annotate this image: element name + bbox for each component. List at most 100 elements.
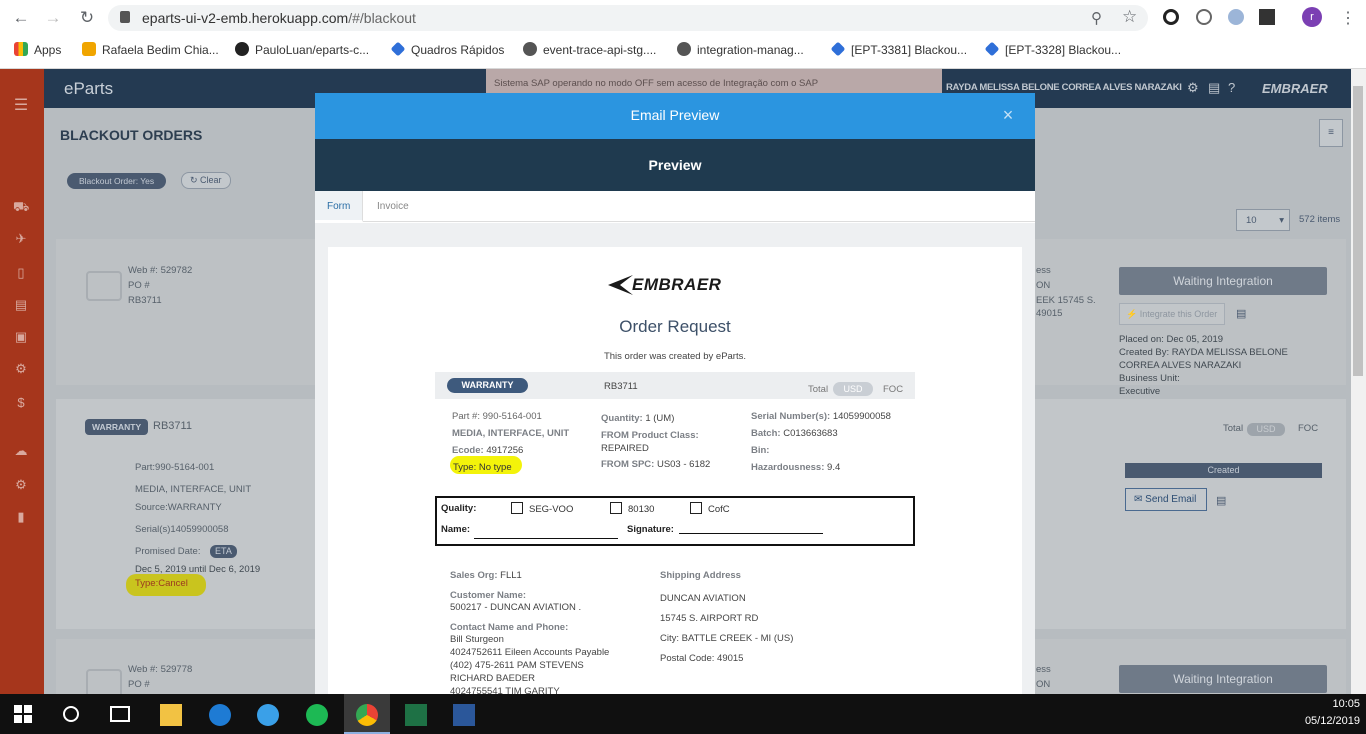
cloud-icon[interactable]: ☁ [13, 443, 29, 458]
currency-foc[interactable]: FOC [1298, 421, 1318, 436]
order-partial-text: ess [1036, 664, 1051, 675]
waiting-integration-button[interactable]: Waiting Integration [1119, 665, 1327, 693]
spotify-icon[interactable] [306, 704, 328, 726]
globe-icon [523, 42, 537, 56]
scrollbar-thumb[interactable] [1353, 86, 1363, 376]
integrate-label: Integrate this Order [1139, 309, 1218, 319]
page-size-select[interactable]: 10 ▾ [1236, 209, 1290, 231]
clock-time[interactable]: 10:05 [1310, 698, 1360, 710]
plane-icon[interactable]: ✈ [13, 231, 29, 246]
forward-icon[interactable]: → [42, 8, 64, 28]
email-document: EMBRAER Order Request This order was cre… [328, 247, 1022, 694]
checkbox-icon [511, 502, 523, 514]
extension-icon[interactable] [1228, 9, 1244, 25]
waiting-integration-button[interactable]: Waiting Integration [1119, 267, 1327, 295]
order-web-number: Web #: 529778 [128, 664, 193, 675]
profile-avatar[interactable]: r [1302, 7, 1322, 27]
bookmark-apps[interactable]: Apps [14, 42, 61, 58]
quality-label: Quality: [441, 503, 477, 514]
name-label: Name: [441, 524, 471, 535]
promised-date-label: Promised Date: [135, 546, 201, 557]
menu-icon[interactable]: ⋮ [1340, 8, 1356, 28]
chevron-down-icon: ▾ [1279, 215, 1284, 226]
bookmark-icon [82, 42, 96, 56]
cogs-icon[interactable]: ⚙ [13, 361, 29, 376]
file-explorer-icon[interactable] [160, 704, 182, 726]
bookmark-item[interactable]: Quadros Rápidos [390, 41, 504, 58]
currency-usd[interactable]: USD [1247, 423, 1285, 436]
ie-icon[interactable] [257, 704, 279, 726]
reload-icon[interactable]: ↻ [76, 8, 98, 28]
document-icon[interactable]: ▤ [1236, 307, 1246, 320]
check-seg-voo[interactable]: SEG-VOO [511, 502, 573, 515]
cart-icon[interactable]: ▯ [13, 265, 29, 280]
hamburger-icon[interactable]: ☰ [13, 95, 29, 114]
bookmark-item[interactable]: [EPT-3328] Blackou... [984, 41, 1121, 58]
ecode: Ecode: 4917256 [452, 445, 523, 456]
clear-label: Clear [200, 175, 222, 185]
chrome-icon[interactable] [356, 704, 378, 726]
document-icon[interactable]: ▤ [1216, 494, 1226, 507]
zoom-icon[interactable]: ⚲ [1091, 9, 1102, 27]
tab-bar: Form Invoice [315, 191, 1035, 222]
search-icon[interactable] [63, 706, 79, 722]
from-class-value: REPAIRED [601, 443, 649, 454]
user-name[interactable]: RAYDA MELISSA BELONE CORREA ALVES NARAZA… [946, 82, 1182, 93]
bookmark-item[interactable]: [EPT-3381] Blackou... [830, 41, 968, 58]
bookmark-item[interactable]: Rafaela Bedim Chia... [82, 42, 219, 58]
gear-icon[interactable]: ⚙ [1187, 80, 1199, 96]
bookmark-item[interactable]: PauloLuan/eparts-c... [235, 42, 369, 58]
settings-icon[interactable]: ⚙ [13, 477, 29, 492]
quantity-label: Quantity: [601, 413, 643, 424]
edge-icon[interactable] [209, 704, 231, 726]
star-icon[interactable]: ☆ [1122, 7, 1137, 27]
tab-invoice[interactable]: Invoice [365, 191, 421, 222]
created-by-eparts: This order was created by eParts. [603, 351, 747, 362]
check-cofc[interactable]: CofC [690, 502, 730, 515]
truck-icon[interactable]: ⛟ [13, 199, 29, 214]
bookmark-item[interactable]: event-trace-api-stg.... [523, 42, 656, 58]
line-serial: Serial(s)14059900058 [135, 524, 229, 535]
shipping-label: Shipping Address [660, 570, 741, 581]
filter-chip[interactable]: Blackout Order: Yes [67, 173, 167, 189]
dollar-icon[interactable]: $ [13, 395, 29, 410]
windows-start-icon[interactable] [14, 705, 32, 723]
app-brand[interactable]: eParts [64, 79, 113, 99]
box-icon [86, 271, 122, 301]
document-icon[interactable]: ▤ [13, 297, 29, 312]
tab-form[interactable]: Form [315, 191, 364, 222]
extension-icon[interactable] [1196, 9, 1212, 25]
globe-icon [677, 42, 691, 56]
clock-date[interactable]: 05/12/2019 [1290, 715, 1360, 727]
task-view-icon[interactable] [110, 706, 130, 722]
check-label: 80130 [628, 504, 655, 515]
help-icon[interactable]: ? [1228, 80, 1235, 95]
bookmark-label: [EPT-3381] Blackou... [851, 43, 968, 57]
customer-label: Customer Name: [450, 590, 527, 601]
back-icon[interactable]: ← [10, 8, 32, 28]
bookmark-item[interactable]: integration-manag... [677, 42, 804, 58]
integrate-order-button[interactable]: ⚡ Integrate this Order [1119, 303, 1225, 325]
send-email-button[interactable]: ✉ Send Email [1125, 488, 1207, 511]
warranty-badge: WARRANTY [85, 419, 149, 435]
close-icon[interactable]: × [998, 105, 1018, 125]
document-icon[interactable]: ▤ [1208, 80, 1220, 96]
placed-on: Placed on: Dec 05, 2019 [1119, 334, 1224, 345]
selenium-icon[interactable] [1259, 9, 1275, 25]
filter-settings-icon[interactable]: ≡ [1319, 119, 1343, 147]
url-text: eparts-ui-v2-emb.herokuapp.com/#/blackou… [142, 10, 416, 26]
ecode-label: Ecode: [452, 445, 484, 456]
signature-line [679, 533, 823, 534]
chart-icon[interactable]: ▮ [13, 509, 29, 524]
serial-value: 14059900058 [832, 411, 891, 422]
word-icon[interactable] [453, 704, 475, 726]
extension-icon[interactable] [1163, 9, 1179, 25]
contact-line: 4024752611 Eileen Accounts Payable [450, 647, 610, 658]
line-desc: MEDIA, INTERFACE, UNIT [135, 484, 252, 495]
check-80130[interactable]: 80130 [610, 502, 654, 515]
windows-taskbar [0, 694, 1366, 734]
type-value: Cancel [158, 578, 188, 589]
excel-icon[interactable] [405, 704, 427, 726]
return-icon[interactable]: ▣ [13, 329, 29, 344]
clear-button[interactable]: ↻ Clear [181, 172, 231, 189]
